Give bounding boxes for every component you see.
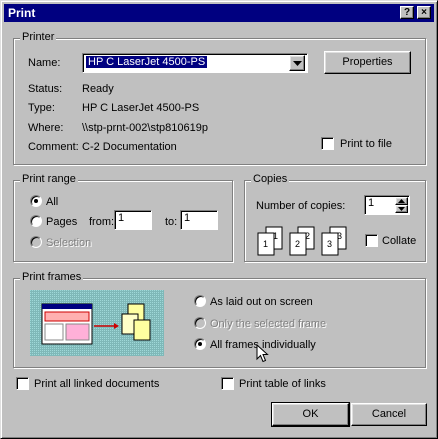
where-value: \\stp-prnt-002\stp810619p xyxy=(82,122,208,134)
print-to-file-checkbox[interactable] xyxy=(321,137,334,150)
collate-checkbox[interactable] xyxy=(365,234,378,247)
type-label: Type: xyxy=(28,102,55,114)
collate-label: Collate xyxy=(382,235,417,247)
to-label: to: xyxy=(165,216,178,228)
print-table-links-checkbox[interactable] xyxy=(221,377,234,390)
frames-selected-label: Only the selected frame xyxy=(210,318,327,330)
collate-illustration: 1 1 2 2 3 3 xyxy=(257,226,347,256)
frames-preview-image xyxy=(30,290,164,356)
frames-layout-label: As laid out on screen xyxy=(210,296,313,308)
range-selection-label: Selection xyxy=(46,237,92,249)
print-frames-label: Print frames xyxy=(20,271,84,283)
collate-page-3a: 3 xyxy=(327,239,332,249)
type-value: HP C LaserJet 4500-PS xyxy=(82,102,200,114)
arrow-down-icon xyxy=(398,207,405,211)
mouse-cursor-icon xyxy=(256,344,269,363)
where-label: Where: xyxy=(28,122,64,134)
printer-name-value: HP C LaserJet 4500-PS xyxy=(86,56,208,68)
status-value: Ready xyxy=(82,83,114,95)
copies-spinner[interactable]: 1 xyxy=(364,195,410,215)
range-all-radio[interactable] xyxy=(30,195,42,207)
range-pages-radio[interactable] xyxy=(30,215,42,227)
printer-name-label: Name: xyxy=(28,57,61,69)
print-table-links-label: Print table of links xyxy=(239,378,326,390)
to-input[interactable]: 1 xyxy=(180,210,218,230)
spin-down-button[interactable] xyxy=(395,205,408,213)
spin-up-button[interactable] xyxy=(395,197,408,205)
chevron-down-icon xyxy=(293,61,302,66)
range-selection-radio[interactable] xyxy=(30,236,42,248)
dropdown-button[interactable] xyxy=(289,55,305,71)
help-button[interactable]: ? xyxy=(400,6,414,19)
arrow-up-icon xyxy=(398,199,405,203)
copies-value: 1 xyxy=(368,197,375,209)
ok-button[interactable]: OK xyxy=(271,402,350,427)
collate-page-2a: 2 xyxy=(295,239,300,249)
printer-group-label: Printer xyxy=(20,31,57,43)
range-pages-label: Pages xyxy=(46,216,78,228)
collate-page-3b: 3 xyxy=(337,231,342,241)
title-bar[interactable]: Print ? × xyxy=(4,4,434,22)
window-title: Print xyxy=(8,6,36,20)
range-all-label: All xyxy=(46,196,59,208)
print-linked-docs-label: Print all linked documents xyxy=(34,378,160,390)
collate-page-2b: 2 xyxy=(305,231,310,241)
collate-page-1b: 1 xyxy=(273,231,278,241)
close-button[interactable]: × xyxy=(417,6,431,19)
from-label: from: xyxy=(89,216,115,228)
cancel-button[interactable]: Cancel xyxy=(351,403,427,426)
print-dialog: Print ? × Printer Name: HP C LaserJet 45… xyxy=(0,0,438,439)
status-label: Status: xyxy=(28,83,63,95)
collate-page-1a: 1 xyxy=(263,239,268,249)
copies-group-label: Copies xyxy=(251,173,290,185)
from-input[interactable]: 1 xyxy=(114,210,152,230)
comment-value: C-2 Documentation xyxy=(82,141,177,153)
print-range-label: Print range xyxy=(20,173,78,185)
frames-individual-radio[interactable] xyxy=(194,338,206,350)
print-to-file-label: Print to file xyxy=(340,138,392,150)
frames-layout-radio[interactable] xyxy=(194,295,206,307)
copies-number-label: Number of copies: xyxy=(256,200,346,212)
print-linked-docs-checkbox[interactable] xyxy=(16,377,29,390)
printer-name-select[interactable]: HP C LaserJet 4500-PS xyxy=(82,53,308,73)
frames-selected-radio[interactable] xyxy=(194,317,206,329)
comment-label: Comment: xyxy=(28,141,79,153)
properties-button[interactable]: Properties xyxy=(324,51,411,74)
